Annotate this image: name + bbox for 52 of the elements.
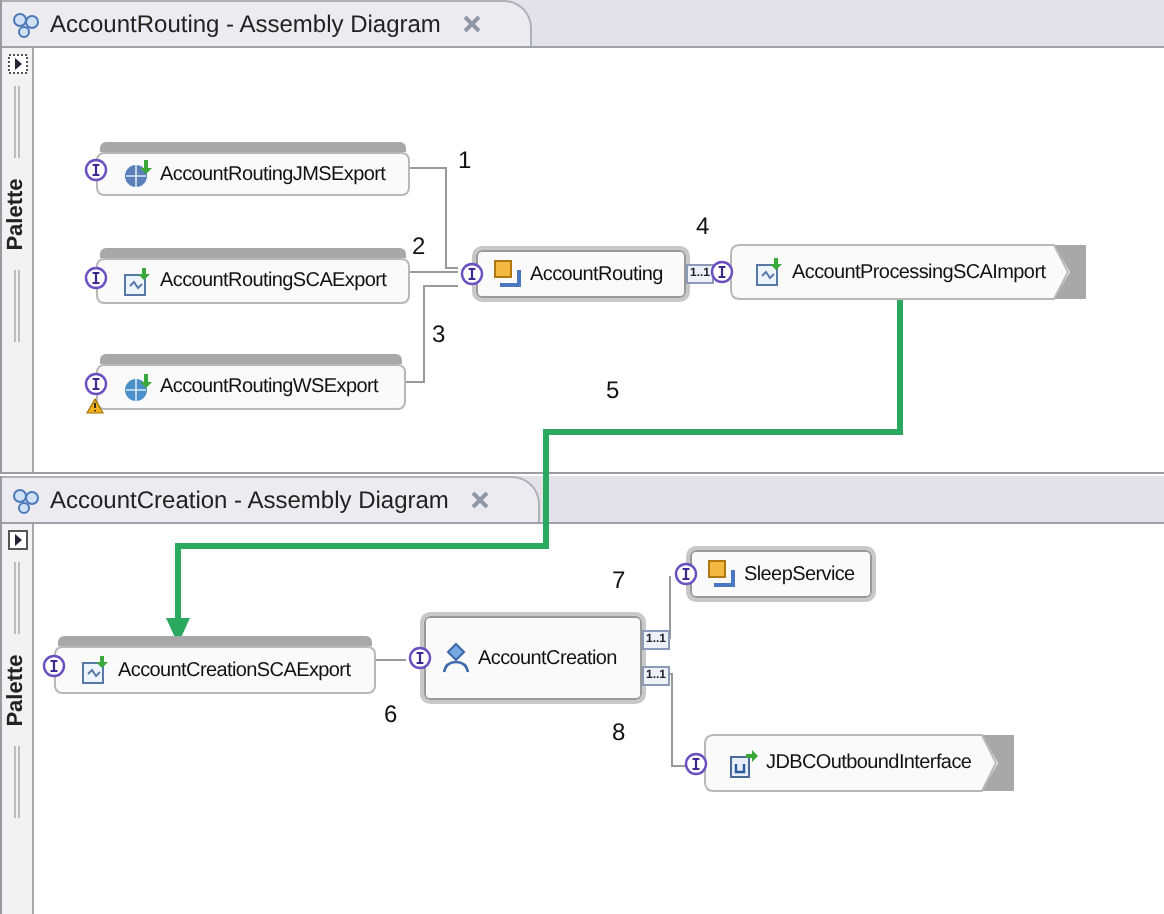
- component-icon: [706, 558, 738, 590]
- wire: [665, 673, 687, 767]
- node-label: JDBCOutboundInterface: [766, 750, 972, 778]
- component-node[interactable]: AccountRouting: [472, 246, 690, 302]
- interface-icon: [84, 158, 108, 182]
- interface-icon: [674, 562, 698, 586]
- wire-number: 2: [412, 232, 426, 260]
- interface-icon: [84, 371, 108, 395]
- component-node[interactable]: SleepService: [686, 546, 876, 602]
- interface-icon: [684, 751, 708, 775]
- palette-label[interactable]: Palette: [0, 653, 34, 727]
- editor-tab[interactable]: AccountCreation - Assembly Diagram: [2, 476, 541, 522]
- editor-tab[interactable]: AccountRouting - Assembly Diagram: [2, 0, 533, 46]
- node-label: AccountProcessingSCAImport: [792, 259, 1046, 287]
- node-label: AccountRoutingJMSExport: [160, 161, 386, 189]
- wire: [665, 575, 671, 639]
- document-arrow-icon: [122, 265, 154, 297]
- wire-number: 5: [606, 376, 620, 404]
- wire-number: 3: [432, 320, 446, 348]
- node-label: AccountRouting: [530, 261, 663, 289]
- wire-number: 7: [612, 566, 626, 594]
- interface-icon: [408, 646, 432, 670]
- diagram-icon: [12, 11, 40, 37]
- wire: [405, 285, 459, 383]
- wire-number: 1: [458, 146, 472, 174]
- interface-icon: [710, 260, 734, 284]
- diagram-icon: [12, 487, 40, 513]
- node-label: AccountRoutingWSExport: [160, 374, 379, 402]
- tab-title: AccountRouting - Assembly Diagram: [50, 8, 441, 42]
- node-label: AccountRoutingSCAExport: [160, 268, 387, 296]
- document-arrow-icon: [728, 747, 760, 779]
- interface-icon: [84, 265, 108, 289]
- document-arrow-icon: [80, 654, 112, 686]
- globe-arrow-icon: [122, 371, 154, 403]
- node-label: SleepService: [744, 561, 855, 589]
- palette-label[interactable]: Palette: [0, 177, 34, 251]
- interface-icon: [42, 654, 66, 678]
- expand-icon[interactable]: [7, 54, 27, 74]
- wire-number: 4: [696, 212, 710, 240]
- interface-icon: [460, 262, 484, 286]
- globe-arrow-icon: [122, 158, 154, 190]
- wire-number: 6: [384, 700, 398, 728]
- wire: [375, 659, 407, 661]
- person-icon: [440, 642, 472, 674]
- expand-icon[interactable]: [7, 530, 27, 550]
- tab-title: AccountCreation - Assembly Diagram: [50, 484, 449, 518]
- node-label: AccountCreationSCAExport: [118, 657, 351, 685]
- wire-number: 8: [612, 718, 626, 746]
- component-node[interactable]: AccountCreation: [420, 612, 646, 704]
- component-icon: [492, 258, 524, 290]
- document-arrow-icon: [754, 256, 786, 288]
- node-label: AccountCreation: [478, 645, 617, 673]
